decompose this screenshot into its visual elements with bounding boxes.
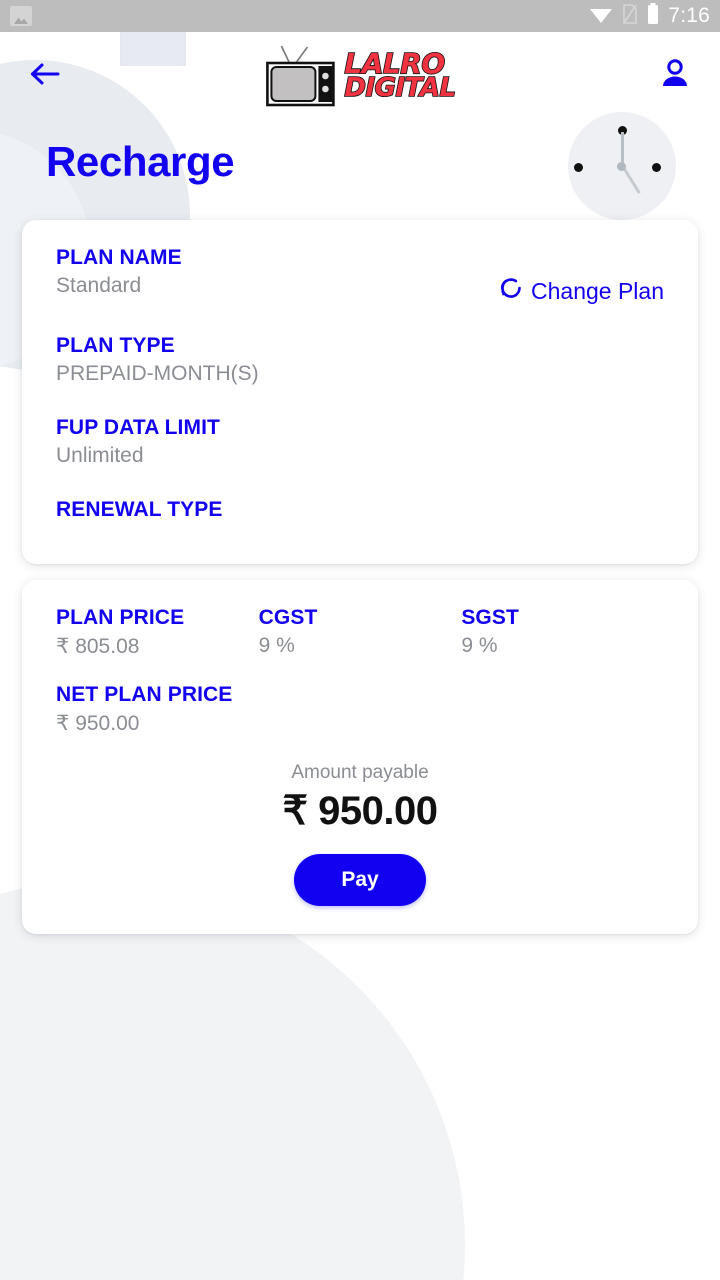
plan-price-field: PLAN PRICE ₹ 805.08	[56, 606, 259, 659]
brand-line-2: DIGITAL	[344, 73, 457, 104]
amount-payable-block: Amount payable ₹ 950.00 Pay	[56, 762, 664, 906]
price-grid: PLAN PRICE ₹ 805.08 CGST 9 % SGST 9 %	[56, 606, 664, 659]
plan-type-value: PREPAID-MONTH(S)	[56, 362, 259, 385]
person-icon	[658, 57, 692, 96]
arrow-left-icon	[29, 61, 61, 92]
status-bar-system-icons: 7:16	[589, 2, 710, 30]
status-bar-clock: 7:16	[668, 4, 710, 27]
renewal-type-label: RENEWAL TYPE	[56, 498, 223, 521]
renewal-type-value	[56, 526, 664, 530]
cgst-field: CGST 9 %	[259, 606, 462, 659]
renewal-type-field: RENEWAL TYPE	[56, 498, 664, 530]
plan-name-row: PLAN NAME Standard Change Plan	[56, 246, 664, 308]
app-screen: 7:16 LALRO DIGITAL Recharge PLAN NAME St…	[0, 0, 720, 1280]
amount-payable-label: Amount payable	[291, 762, 429, 783]
refresh-icon	[497, 274, 525, 308]
back-button[interactable]	[22, 53, 68, 99]
plan-price-value: ₹ 805.08	[56, 635, 140, 658]
wifi-icon	[589, 4, 613, 29]
decor-circle-bottom-left	[0, 880, 465, 1280]
net-plan-price-value: ₹ 950.00	[56, 712, 140, 735]
cgst-value: 9 %	[258, 634, 295, 657]
brand-wordmark: LALRO DIGITAL	[344, 49, 457, 104]
profile-button[interactable]	[652, 53, 698, 99]
fup-data-limit-label: FUP DATA LIMIT	[56, 416, 220, 439]
plan-type-field: PLAN TYPE PREPAID-MONTH(S)	[56, 334, 664, 386]
plan-price-label: PLAN PRICE	[56, 606, 185, 629]
net-plan-price-label: NET PLAN PRICE	[56, 683, 233, 706]
status-bar: 7:16	[0, 0, 720, 32]
retro-tv-icon	[264, 45, 338, 107]
status-bar-notifications	[10, 6, 32, 26]
change-plan-button[interactable]: Change Plan	[497, 274, 664, 308]
app-logo: LALRO DIGITAL	[264, 45, 457, 107]
pay-button[interactable]: Pay	[294, 854, 426, 906]
plan-name-label: PLAN NAME	[56, 246, 182, 269]
sgst-field: SGST 9 %	[461, 606, 664, 659]
sim-off-icon	[622, 3, 638, 30]
price-summary-card: PLAN PRICE ₹ 805.08 CGST 9 % SGST 9 % NE…	[22, 580, 698, 934]
battery-icon	[647, 2, 659, 30]
image-icon	[10, 6, 32, 26]
cgst-label: CGST	[258, 606, 318, 629]
fup-data-limit-field: FUP DATA LIMIT Unlimited	[56, 416, 664, 468]
sgst-value: 9 %	[461, 634, 498, 657]
net-plan-price-field: NET PLAN PRICE ₹ 950.00	[56, 683, 664, 736]
plan-name-value: Standard	[56, 274, 142, 297]
page-title: Recharge	[46, 138, 235, 185]
app-bar: LALRO DIGITAL	[0, 32, 720, 120]
plan-name-field: PLAN NAME Standard	[56, 246, 497, 298]
plan-type-label: PLAN TYPE	[56, 334, 175, 357]
change-plan-label: Change Plan	[531, 277, 664, 304]
plan-details-card: PLAN NAME Standard Change Plan PLAN TYPE…	[22, 220, 698, 564]
sgst-label: SGST	[461, 606, 519, 629]
amount-payable-value: ₹ 950.00	[282, 789, 438, 833]
fup-data-limit-value: Unlimited	[56, 444, 144, 467]
